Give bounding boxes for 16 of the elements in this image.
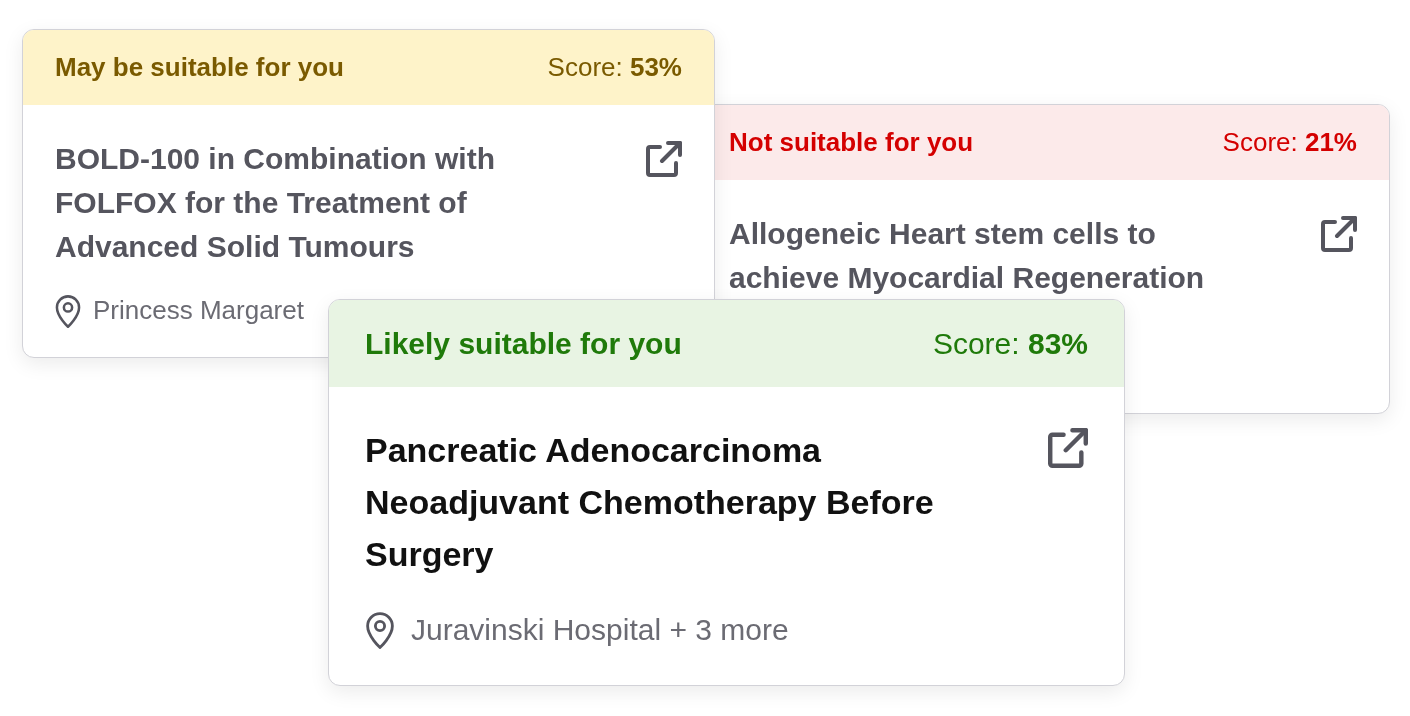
trial-title: BOLD-100 in Combination with FOLFOX for the Treatment of Advanced Solid Tumours [55, 141, 496, 265]
suitability-label: Likely suitable for you [365, 326, 682, 362]
score-label: Score: 53% [547, 51, 682, 84]
score-label: Score: 83% [932, 326, 1088, 362]
suitability-label: Not suitable for you [729, 126, 974, 159]
map-pin-icon [365, 610, 395, 649]
trial-title: Pancreatic Adenocarcinoma Neoadjuvant Chemotherapy Before Surgery [365, 430, 935, 575]
suitability-label: May be suitable for you [55, 51, 344, 84]
location-text: Juravinski Hospital + 3 more [411, 612, 789, 648]
location-text: Princess Margaret [93, 294, 304, 327]
map-pin-icon [55, 293, 81, 328]
external-link-icon[interactable] [1321, 216, 1357, 252]
score-label: Score: 21% [1222, 126, 1357, 159]
trial-title: Allogeneic Heart stem cells to achieve Myocardial Regeneration [729, 216, 1206, 296]
external-link-icon[interactable] [1048, 428, 1088, 468]
external-link-icon[interactable] [646, 141, 682, 177]
